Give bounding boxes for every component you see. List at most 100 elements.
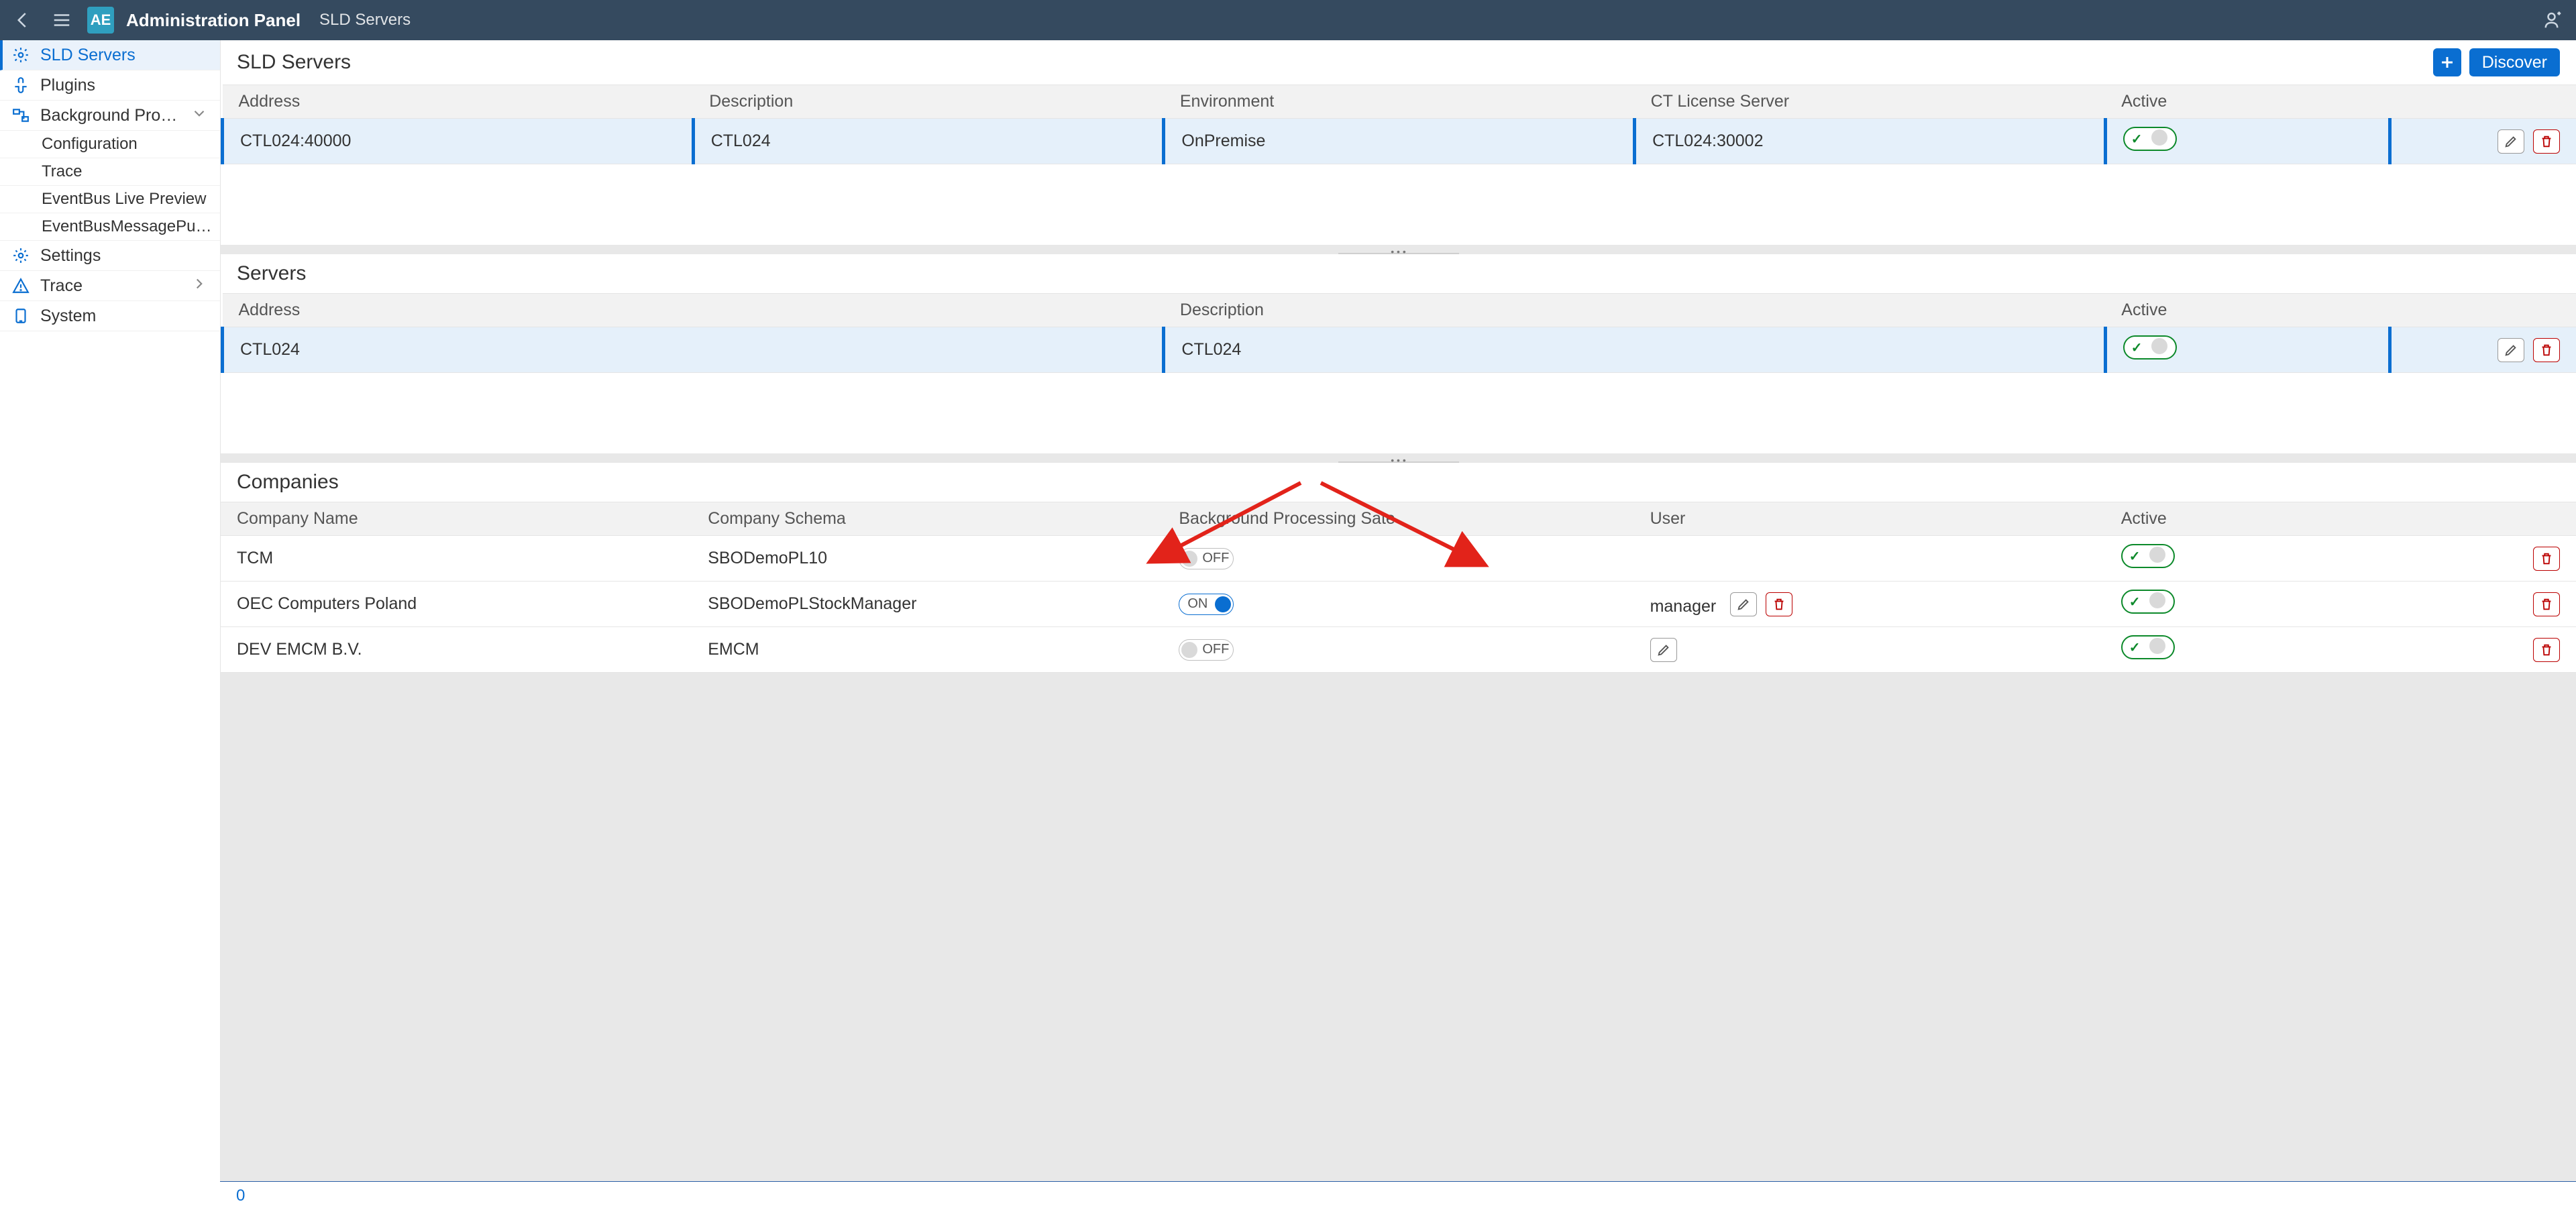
sidebar-item-sld-servers[interactable]: SLD Servers xyxy=(0,40,220,70)
pencil-icon xyxy=(2504,343,2518,358)
col-address[interactable]: Address xyxy=(223,85,694,119)
sidebar-item-background-processing[interactable]: Background Processing xyxy=(0,101,220,131)
sidebar-item-system[interactable]: System xyxy=(0,301,220,331)
cell-address: CTL024 xyxy=(223,327,1164,373)
menu-button[interactable] xyxy=(48,7,75,34)
cell-company-schema: SBODemoPL10 xyxy=(692,536,1163,582)
sidebar-sub-eventbus-message-publisher[interactable]: EventBusMessagePublisher... xyxy=(0,213,220,241)
active-toggle[interactable]: ✓ xyxy=(2121,635,2175,659)
device-icon xyxy=(12,307,30,325)
col-active[interactable]: Active xyxy=(2105,502,2421,536)
sidebar-item-settings[interactable]: Settings xyxy=(0,241,220,271)
check-icon: ✓ xyxy=(2131,131,2143,148)
active-toggle[interactable]: ✓ xyxy=(2121,544,2175,568)
delete-button[interactable] xyxy=(2533,592,2560,616)
plugin-icon xyxy=(12,76,30,94)
section-title: SLD Servers xyxy=(237,51,351,74)
server-row[interactable]: CTL024 CTL024 ✓ xyxy=(223,327,2576,373)
back-button[interactable] xyxy=(9,7,36,34)
app-logo: AE xyxy=(87,7,114,34)
active-toggle[interactable]: ✓ xyxy=(2121,590,2175,614)
flow-icon xyxy=(12,107,30,124)
col-company-schema[interactable]: Company Schema xyxy=(692,502,1163,536)
check-icon: ✓ xyxy=(2129,548,2141,565)
main-content: SLD Servers Discover Address Description xyxy=(221,40,2576,1210)
sidebar-item-label: Plugins xyxy=(40,76,208,95)
sidebar-item-plugins[interactable]: Plugins xyxy=(0,70,220,101)
chevron-right-icon xyxy=(191,275,208,297)
sidebar-sub-label: EventBusMessagePublisher... xyxy=(42,217,220,236)
bps-toggle[interactable]: OFF xyxy=(1179,639,1234,661)
sidebar-sub-label: EventBus Live Preview xyxy=(42,190,206,209)
sidebar-item-label: System xyxy=(40,307,208,326)
col-environment[interactable]: Environment xyxy=(1164,85,1635,119)
user-activity-icon[interactable] xyxy=(2540,7,2567,34)
cell-description: CTL024 xyxy=(693,119,1164,164)
trash-icon xyxy=(2539,643,2554,657)
check-icon: ✓ xyxy=(2131,339,2143,356)
footer: 0 xyxy=(220,1181,2576,1210)
delete-button[interactable] xyxy=(2533,338,2560,362)
cell-company-name: DEV EMCM B.V. xyxy=(221,627,692,673)
sidebar-item-label: Background Processing xyxy=(40,106,180,125)
delete-button[interactable] xyxy=(2533,638,2560,662)
trash-icon xyxy=(2539,343,2554,358)
cell-user: manager xyxy=(1634,582,2105,627)
bps-toggle[interactable]: OFF xyxy=(1179,548,1234,569)
chevron-down-icon xyxy=(191,105,208,127)
col-user[interactable]: User xyxy=(1634,502,2105,536)
col-description[interactable]: Description xyxy=(1164,294,2105,327)
col-active[interactable]: Active xyxy=(2105,85,2390,119)
edit-button[interactable] xyxy=(2498,338,2524,362)
company-row[interactable]: OEC Computers Poland SBODemoPLStockManag… xyxy=(221,582,2576,627)
plus-icon xyxy=(2439,54,2455,70)
pencil-icon xyxy=(2504,134,2518,149)
sidebar-sub-trace[interactable]: Trace xyxy=(0,158,220,186)
servers-table: Address Description Active CTL024 CTL024… xyxy=(221,293,2576,373)
company-row[interactable]: DEV EMCM B.V. EMCM OFF xyxy=(221,627,2576,673)
sidebar-item-label: Settings xyxy=(40,246,208,266)
cell-company-name: OEC Computers Poland xyxy=(221,582,692,627)
active-toggle[interactable]: ✓ xyxy=(2123,127,2177,151)
edit-user-button[interactable] xyxy=(1730,592,1757,616)
col-bps[interactable]: Background Processing Sate xyxy=(1163,502,1633,536)
companies-table: Company Name Company Schema Background P… xyxy=(221,502,2576,673)
sidebar-sub-configuration[interactable]: Configuration xyxy=(0,131,220,158)
company-row[interactable]: TCM SBODemoPL10 OFF ✓ xyxy=(221,536,2576,582)
sidebar-item-trace[interactable]: Trace xyxy=(0,271,220,301)
sidebar-sub-label: Trace xyxy=(42,162,82,181)
app-title: Administration Panel xyxy=(126,10,301,31)
check-icon: ✓ xyxy=(2129,639,2141,656)
gear-icon xyxy=(12,46,30,64)
pencil-icon xyxy=(1656,643,1671,657)
col-ct-license[interactable]: CT License Server xyxy=(1635,85,2106,119)
pencil-icon xyxy=(1736,597,1751,612)
delete-user-button[interactable] xyxy=(1766,592,1792,616)
edit-user-button[interactable] xyxy=(1650,638,1677,662)
sidebar-sub-eventbus-live-preview[interactable]: EventBus Live Preview xyxy=(0,186,220,213)
edit-button[interactable] xyxy=(2498,129,2524,154)
sidebar-item-label: SLD Servers xyxy=(40,46,208,65)
col-address[interactable]: Address xyxy=(223,294,1164,327)
sld-row[interactable]: CTL024:40000 CTL024 OnPremise CTL024:300… xyxy=(223,119,2576,164)
section-companies: Companies Company Name Company Schema Ba… xyxy=(221,463,2576,673)
col-company-name[interactable]: Company Name xyxy=(221,502,692,536)
sidebar-item-label: Trace xyxy=(40,276,180,296)
trash-icon xyxy=(2539,597,2554,612)
col-active[interactable]: Active xyxy=(2105,294,2390,327)
splitter[interactable]: • • • xyxy=(221,453,2576,463)
splitter[interactable]: • • • xyxy=(221,245,2576,254)
bps-toggle[interactable]: ON xyxy=(1179,594,1234,615)
sidebar-sub-label: Configuration xyxy=(42,135,138,154)
active-toggle[interactable]: ✓ xyxy=(2123,335,2177,360)
trash-icon xyxy=(2539,134,2554,149)
discover-button[interactable]: Discover xyxy=(2469,48,2560,76)
delete-button[interactable] xyxy=(2533,547,2560,571)
add-sld-server-button[interactable] xyxy=(2433,48,2461,76)
col-description[interactable]: Description xyxy=(693,85,1164,119)
section-servers: Servers Address Description Active CTL02… xyxy=(221,254,2576,453)
check-icon: ✓ xyxy=(2129,594,2141,610)
delete-button[interactable] xyxy=(2533,129,2560,154)
cell-company-schema: EMCM xyxy=(692,627,1163,673)
cell-address: CTL024:40000 xyxy=(223,119,694,164)
